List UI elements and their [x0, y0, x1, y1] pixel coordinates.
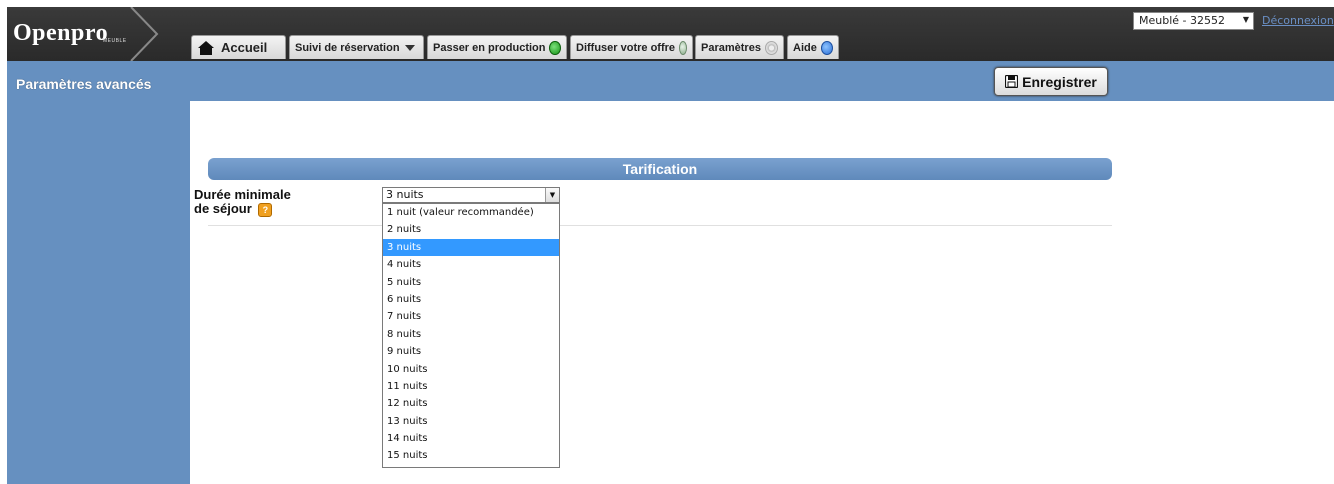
save-button[interactable]: Enregistrer [994, 67, 1108, 96]
dropdown-option[interactable]: 12 nuits [383, 395, 559, 412]
logo-chevron-icon [130, 7, 159, 61]
min-stay-select-value: 3 nuits [386, 188, 424, 201]
chevron-down-icon: ▼ [1242, 15, 1249, 24]
sidebar [7, 101, 190, 484]
section-header-tarification: Tarification [208, 158, 1112, 180]
field-label-line1: Durée minimale [194, 187, 291, 202]
green-status-icon [549, 40, 561, 55]
chevron-down-icon [404, 44, 415, 51]
page-title: Paramètres avancés [16, 76, 152, 92]
dropdown-option[interactable]: 14 nuits [383, 430, 559, 447]
tab-passer-production[interactable]: Passer en production [427, 35, 567, 59]
logo: Openpro [13, 20, 109, 46]
tab-label: Aide [793, 41, 817, 54]
dropdown-option[interactable]: 4 nuits [383, 256, 559, 273]
account-select[interactable]: Meublé - 32552 ▼ [1133, 12, 1254, 30]
tab-accueil[interactable]: Accueil [191, 35, 286, 59]
tab-label: Accueil [221, 40, 268, 55]
account-select-value: Meublé - 32552 [1139, 14, 1225, 27]
dropdown-option[interactable]: 7 nuits [383, 308, 559, 325]
dropdown-option[interactable]: 13 nuits [383, 413, 559, 430]
home-icon [198, 40, 214, 55]
help-icon [820, 40, 833, 55]
save-button-label: Enregistrer [1022, 73, 1097, 90]
dropdown-option[interactable]: 11 nuits [383, 378, 559, 395]
tab-label: Paramètres [701, 41, 761, 54]
floppy-disk-icon [1005, 75, 1019, 88]
dropdown-option[interactable]: 9 nuits [383, 343, 559, 360]
help-badge-icon[interactable]: ? [258, 202, 273, 217]
tab-label: Passer en production [433, 41, 546, 54]
min-stay-select[interactable]: 3 nuits ▼ [382, 187, 560, 203]
tab-label: Suivi de réservation [295, 41, 400, 54]
gear-icon [764, 40, 778, 55]
min-stay-dropdown-list: 1 nuit (valeur recommandée) 2 nuits 3 nuit… [382, 203, 560, 468]
field-label-line2: de séjour [194, 201, 252, 216]
toolbar-strip: Paramètres avancés Enregistrer [7, 61, 1334, 101]
dropdown-option[interactable]: 15 nuits [383, 447, 559, 464]
tab-aide[interactable]: Aide [787, 35, 839, 59]
dropdown-option[interactable]: 8 nuits [383, 326, 559, 343]
tab-label: Diffuser votre offre [576, 41, 676, 54]
tab-suivi-reservation[interactable]: Suivi de réservation [289, 35, 424, 59]
logo-subtitle: MEUBLE [103, 38, 127, 44]
section-divider [208, 225, 1112, 226]
chevron-down-icon[interactable]: ▼ [545, 188, 559, 202]
tab-parametres[interactable]: Paramètres [695, 35, 784, 59]
dropdown-option[interactable]: 2 nuits [383, 221, 559, 238]
logout-link[interactable]: Déconnexion [1262, 14, 1334, 27]
tab-diffuser-offre[interactable]: Diffuser votre offre [570, 35, 693, 59]
dropdown-option[interactable]: 5 nuits [383, 274, 559, 291]
share-icon [679, 40, 687, 55]
dropdown-option[interactable]: 1 nuit (valeur recommandée) [383, 204, 559, 221]
dropdown-option[interactable]: 10 nuits [383, 361, 559, 378]
dropdown-option[interactable]: 3 nuits [383, 238, 559, 257]
field-label-duree-minimale: Durée minimale de séjour ? [194, 188, 291, 217]
dropdown-option[interactable]: 6 nuits [383, 291, 559, 308]
